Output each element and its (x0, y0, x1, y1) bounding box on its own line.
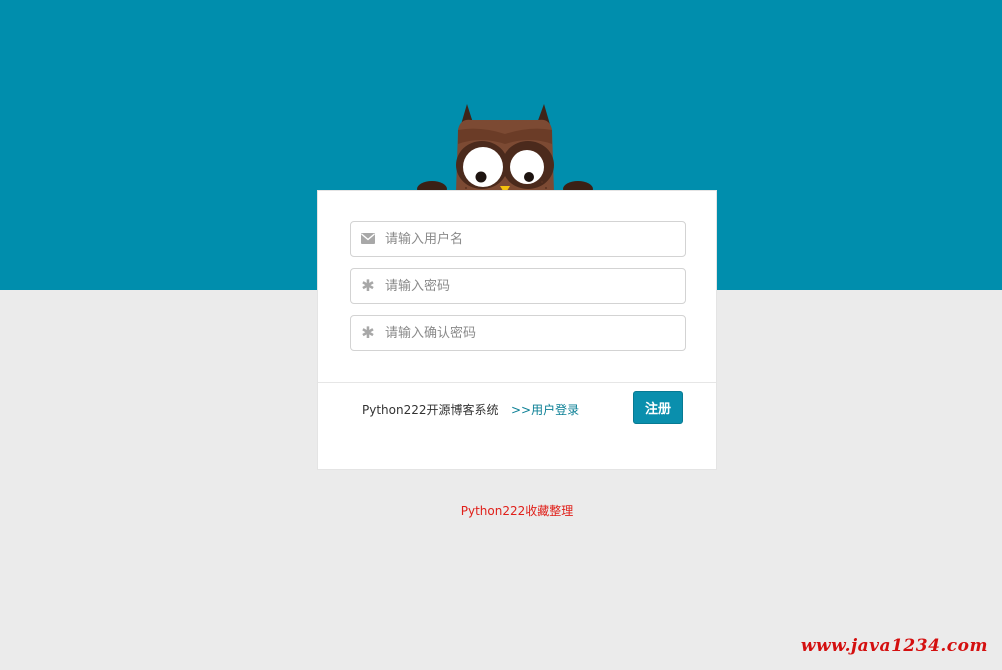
register-card: ✱ ✱ Python222开源博客系统 >>用户登录 注册 (317, 190, 717, 470)
asterisk-icon: ✱ (361, 276, 375, 295)
confirm-password-field[interactable]: ✱ (350, 315, 686, 351)
owl-mascot-icon (417, 104, 593, 197)
confirm-password-input[interactable] (385, 317, 675, 349)
credit-text: Python222收藏整理 (460, 504, 574, 518)
username-input[interactable] (385, 223, 675, 255)
system-name: Python222开源博客系统 (362, 403, 499, 417)
watermark: www.java1234.com (800, 636, 988, 656)
login-link[interactable]: >>用户登录 (511, 401, 579, 418)
divider (318, 382, 716, 383)
envelope-icon (360, 231, 376, 247)
asterisk-icon: ✱ (361, 323, 375, 342)
register-button[interactable]: 注册 (633, 391, 683, 424)
password-field[interactable]: ✱ (350, 268, 686, 304)
register-page: ✱ ✱ Python222开源博客系统 >>用户登录 注册 Python222收… (0, 0, 1002, 670)
password-input[interactable] (385, 270, 675, 302)
username-field[interactable] (350, 221, 686, 257)
